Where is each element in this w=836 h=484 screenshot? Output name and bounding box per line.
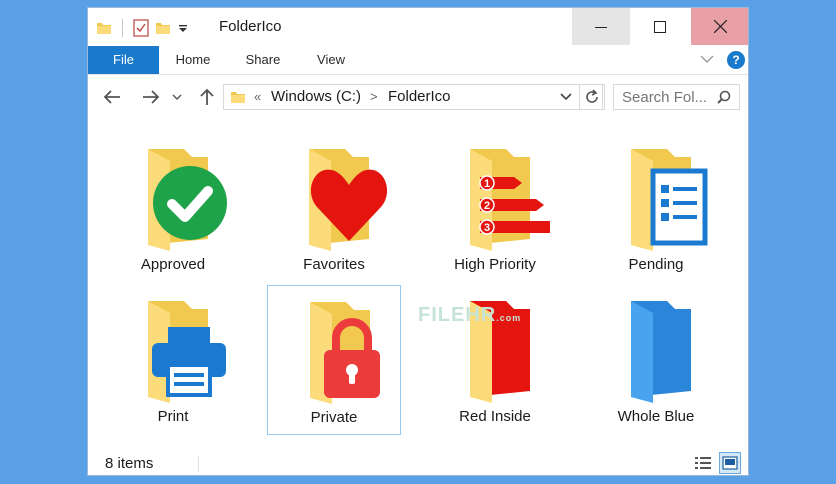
refresh-icon bbox=[586, 89, 598, 103]
folder-label: Favorites bbox=[303, 256, 365, 273]
back-arrow-icon bbox=[103, 90, 120, 104]
folder-item-high-priority[interactable]: 1 2 3 High Priority bbox=[428, 133, 562, 283]
minimize-button[interactable] bbox=[572, 8, 630, 45]
folder-label: Whole Blue bbox=[617, 408, 695, 425]
breadcrumb-foldericon[interactable]: FolderIco bbox=[388, 85, 451, 109]
pending-folder-icon bbox=[631, 149, 708, 251]
refresh-button[interactable] bbox=[579, 84, 605, 110]
address-bar[interactable]: « Windows (C:) > FolderIco bbox=[223, 84, 603, 110]
file-list: Approved Favorites 1 2 3 High Priority P… bbox=[88, 119, 748, 450]
folder-item-pending[interactable]: Pending bbox=[589, 133, 723, 283]
status-divider bbox=[198, 456, 199, 472]
folder-label: Pending bbox=[628, 256, 684, 273]
maximize-button[interactable] bbox=[631, 8, 689, 45]
folder-label: Private bbox=[310, 409, 358, 426]
address-dropdown-icon[interactable] bbox=[560, 93, 572, 101]
large-icons-view-button[interactable] bbox=[719, 452, 741, 474]
chevron-down-icon bbox=[172, 94, 182, 100]
recent-locations-button[interactable] bbox=[170, 86, 184, 108]
minimize-icon bbox=[595, 26, 607, 28]
priority-marker-1: 1 bbox=[484, 178, 490, 190]
close-button[interactable] bbox=[691, 8, 748, 45]
favorites-folder-icon bbox=[309, 149, 388, 251]
folder-item-whole-blue[interactable]: Whole Blue bbox=[589, 285, 723, 435]
approved-folder-icon bbox=[148, 149, 227, 251]
folder-label: High Priority bbox=[454, 256, 536, 273]
search-input[interactable] bbox=[622, 87, 712, 107]
close-icon bbox=[714, 20, 727, 33]
back-button[interactable] bbox=[101, 86, 123, 108]
details-view-button[interactable] bbox=[692, 452, 714, 474]
folder-item-favorites[interactable]: Favorites bbox=[267, 133, 401, 283]
print-folder-icon bbox=[148, 301, 226, 403]
watermark: FILEHR.com bbox=[418, 304, 521, 327]
priority-marker-3: 3 bbox=[484, 222, 490, 234]
tab-share[interactable]: Share bbox=[238, 46, 288, 74]
private-folder-icon bbox=[310, 302, 380, 404]
watermark-text: FILEHR bbox=[418, 304, 497, 326]
search-icon[interactable] bbox=[717, 90, 731, 104]
priority-marker-2: 2 bbox=[484, 200, 490, 212]
folder-label: Red Inside bbox=[459, 408, 531, 425]
tab-view[interactable]: View bbox=[306, 46, 356, 74]
up-button[interactable] bbox=[196, 86, 218, 108]
search-box[interactable] bbox=[613, 84, 740, 110]
navigation-bar: « Windows (C:) > FolderIco bbox=[88, 75, 748, 119]
details-view-icon bbox=[695, 457, 711, 469]
ribbon-tabs: File Home Share View ? bbox=[88, 46, 748, 75]
whole-blue-folder-icon bbox=[631, 301, 691, 403]
breadcrumb-windows-c[interactable]: Windows (C:) bbox=[271, 85, 361, 109]
high-priority-folder-icon: 1 2 3 bbox=[470, 149, 550, 251]
breadcrumb-separator: > bbox=[370, 89, 378, 104]
item-count: 8 items bbox=[105, 455, 154, 472]
quick-access-toolbar bbox=[96, 17, 189, 39]
toolbar-divider bbox=[122, 19, 123, 37]
folder-icon bbox=[231, 92, 245, 103]
folder-label: Print bbox=[157, 408, 189, 425]
folder-item-private[interactable]: Private bbox=[267, 285, 401, 435]
properties-icon[interactable] bbox=[133, 19, 149, 37]
explorer-window: FolderIco File Home Share View ? « Windo… bbox=[87, 7, 749, 476]
up-arrow-icon bbox=[200, 88, 214, 105]
status-bar: 8 items bbox=[88, 450, 748, 475]
overflow-chevrons[interactable]: « bbox=[254, 85, 261, 109]
expand-ribbon-icon[interactable] bbox=[699, 52, 715, 66]
forward-button[interactable] bbox=[140, 86, 162, 108]
watermark-sub: .com bbox=[496, 313, 522, 323]
help-button[interactable]: ? bbox=[727, 51, 745, 69]
forward-arrow-icon bbox=[143, 90, 160, 104]
title-bar: FolderIco bbox=[88, 8, 748, 46]
large-icons-view-icon bbox=[722, 456, 738, 470]
new-folder-icon[interactable] bbox=[155, 20, 171, 36]
window-title: FolderIco bbox=[219, 18, 282, 35]
tab-file[interactable]: File bbox=[88, 46, 159, 74]
folder-item-approved[interactable]: Approved bbox=[106, 133, 240, 283]
tab-home[interactable]: Home bbox=[168, 46, 218, 74]
folder-item-print[interactable]: Print bbox=[106, 285, 240, 435]
folder-icon bbox=[97, 23, 111, 34]
folder-label: Approved bbox=[140, 256, 206, 273]
maximize-icon bbox=[654, 20, 666, 33]
customize-toolbar-icon[interactable] bbox=[177, 20, 189, 36]
